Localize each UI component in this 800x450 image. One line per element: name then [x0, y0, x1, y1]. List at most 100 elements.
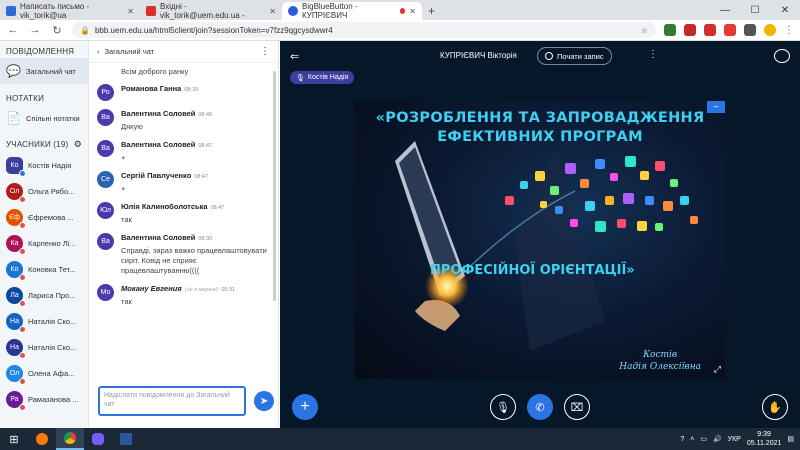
send-button[interactable]: ➤: [254, 391, 274, 411]
avatar-initials: Єф: [9, 213, 20, 221]
browser-tab-bbb[interactable]: BigBlueButton - КУПРІЄВИЧ ✕: [282, 2, 422, 20]
message-time: 08:47: [198, 143, 213, 149]
clock[interactable]: 9:39 05.11.2021: [747, 430, 782, 448]
notes-icon: 📄: [6, 111, 21, 125]
participant-item[interactable]: Ко Коновка Тет...: [0, 256, 88, 282]
forward-icon[interactable]: →: [28, 24, 42, 36]
minimize-icon[interactable]: —: [710, 5, 740, 16]
url-text: bbb.uem.edu.ua/html5client/join?sessionT…: [94, 25, 333, 35]
participants-count: УЧАСНИКИ (19): [6, 140, 69, 149]
slide-subtitle: ПРОФЕСІЙНОЇ ОРІЄНТАЦІЇ»: [430, 263, 635, 278]
public-chat-item[interactable]: 💬 Загальний чат: [0, 58, 88, 84]
reload-icon[interactable]: ↻: [50, 24, 64, 37]
profile-avatar[interactable]: [764, 24, 776, 36]
connection-status-icon[interactable]: [774, 49, 790, 63]
close-window-icon[interactable]: ✕: [770, 5, 800, 16]
options-menu-icon[interactable]: ⋮: [648, 49, 658, 60]
muted-badge-icon: [19, 221, 26, 229]
chevron-up-icon[interactable]: ˄: [690, 436, 694, 443]
hide-chat-icon[interactable]: ‹: [97, 47, 100, 56]
chat-message: Се Сергій Павлученко 08:47 +: [97, 171, 267, 194]
participant-name: Карпенко Лі...: [28, 238, 76, 248]
fullscreen-icon[interactable]: ⤢: [714, 364, 721, 375]
message-author: Валентина Соловей: [121, 233, 196, 242]
browser-tab-compose[interactable]: Написать письмо - vik_torik@ua ✕: [0, 2, 140, 20]
maximize-icon[interactable]: ☐: [740, 5, 770, 16]
extension-red-icon[interactable]: [724, 24, 736, 36]
share-webcam-button[interactable]: ⌧: [564, 394, 590, 420]
chat-message-input[interactable]: Надіслати повідомлення до Загальний чат: [98, 386, 247, 416]
message-author-row: Сергій Павлученко 08:47: [121, 171, 267, 180]
back-icon[interactable]: ←: [6, 24, 20, 36]
windows-start-icon[interactable]: ⊞: [0, 428, 28, 450]
chrome-icon[interactable]: [56, 428, 84, 450]
url-field[interactable]: 🔒 bbb.uem.edu.ua/html5client/join?sessio…: [72, 22, 656, 38]
avatar-initials: Ко: [10, 265, 19, 273]
muted-badge-icon: [19, 325, 26, 333]
help-icon[interactable]: ?: [680, 436, 684, 443]
viber-icon[interactable]: [84, 428, 112, 450]
word-icon[interactable]: [112, 428, 140, 450]
close-icon[interactable]: ✕: [409, 7, 416, 16]
messages-header: ПОВІДОМЛЕННЯ: [6, 47, 75, 56]
participant-item[interactable]: Ко Костів Надія: [0, 152, 88, 178]
shared-notes-item[interactable]: 📄 Спільні нотатки: [0, 105, 88, 131]
participant-item[interactable]: Ка Карпенко Лі...: [0, 230, 88, 256]
message-text: так: [121, 297, 132, 306]
extension-adblock-icon[interactable]: [684, 24, 696, 36]
extension-shield-icon[interactable]: [664, 24, 676, 36]
participants-list: Ко Костів Надія Ол Ольга Рябо... Єф Єфремова …: [0, 152, 88, 412]
clock-time: 9:39: [757, 431, 771, 438]
slide-title: «РОЗРОБЛЕННЯ ТА ЗАПРОВАДЖЕННЯ ЕФЕКТИВНИХ…: [375, 110, 705, 145]
shared-notes-label: Спільні нотатки: [26, 113, 80, 123]
muted-badge-icon: [19, 247, 26, 255]
close-icon[interactable]: ✕: [269, 7, 276, 16]
message-text: Справді, зараз важко працевлаштовувати с…: [121, 246, 267, 275]
new-tab-button[interactable]: +: [422, 2, 441, 20]
avatar: На: [6, 338, 26, 359]
microphone-muted-icon: 🎙: [496, 401, 510, 414]
participant-item[interactable]: Ла Лариса Про...: [0, 282, 88, 308]
browser-menu-icon[interactable]: ⋮: [784, 25, 794, 36]
minimize-presentation-button[interactable]: –: [707, 101, 725, 113]
message-author-row: Мокану Евгения (не в мережі) 09:31: [121, 284, 267, 293]
participant-item[interactable]: Ол Ольга Рябо...: [0, 178, 88, 204]
extension-abp-icon[interactable]: [704, 24, 716, 36]
volume-icon[interactable]: 🔊: [713, 435, 722, 443]
firefox-icon[interactable]: [28, 428, 56, 450]
lock-icon: 🔒: [80, 25, 90, 35]
chat-options-icon[interactable]: ⋮: [260, 46, 270, 57]
language-indicator[interactable]: УКР: [728, 436, 741, 443]
browser-tab-inbox[interactable]: Вхідні - vik_torik@uem.edu.ua - ✕: [140, 2, 282, 20]
avatar: На: [6, 312, 26, 333]
user-toggle-icon[interactable]: ⇐: [290, 50, 299, 63]
participant-item[interactable]: Ол Олена Афа...: [0, 360, 88, 386]
leave-audio-button[interactable]: ✆: [527, 394, 553, 420]
star-icon[interactable]: ☆: [641, 26, 648, 35]
notifications-icon[interactable]: ▤: [787, 435, 794, 443]
settings-gear-icon[interactable]: ⚙: [74, 139, 82, 150]
phone-icon: ✆: [535, 401, 545, 414]
chat-message: Юл Юлія Калиноболотська 08:47 так: [97, 202, 267, 225]
muted-badge-icon: [19, 351, 26, 359]
message-author: Мокану Евгения: [121, 284, 182, 293]
address-bar-row: ← → ↻ 🔒 bbb.uem.edu.ua/html5client/join?…: [0, 20, 800, 41]
system-tray: ? ˄ ▭ 🔊 УКР 9:39 05.11.2021 ▤: [680, 430, 800, 448]
mute-button[interactable]: 🎙: [490, 394, 516, 420]
participant-item[interactable]: На Наталія Ско...: [0, 308, 88, 334]
network-icon[interactable]: ▭: [700, 435, 707, 443]
actions-plus-button[interactable]: +: [292, 394, 318, 420]
close-icon[interactable]: ✕: [127, 7, 134, 16]
extensions-puzzle-icon[interactable]: [744, 24, 756, 36]
start-recording-button[interactable]: Почати запис: [537, 47, 612, 65]
raise-hand-button[interactable]: ✋: [762, 394, 788, 420]
avatar: Ко: [6, 260, 26, 281]
participant-item[interactable]: На Наталія Ско...: [0, 334, 88, 360]
avatar: Єф: [6, 208, 26, 229]
participant-name: Костів Надія: [28, 160, 72, 170]
chat-scrollbar[interactable]: [273, 71, 276, 301]
message-list[interactable]: Всім доброго ранку Ро Романова Ганна 08:39…: [89, 63, 275, 413]
participant-item[interactable]: Ра Рамазанова ...: [0, 386, 88, 412]
talker-name: Костів Надія: [307, 74, 349, 81]
participant-item[interactable]: Єф Єфремова ...: [0, 204, 88, 230]
